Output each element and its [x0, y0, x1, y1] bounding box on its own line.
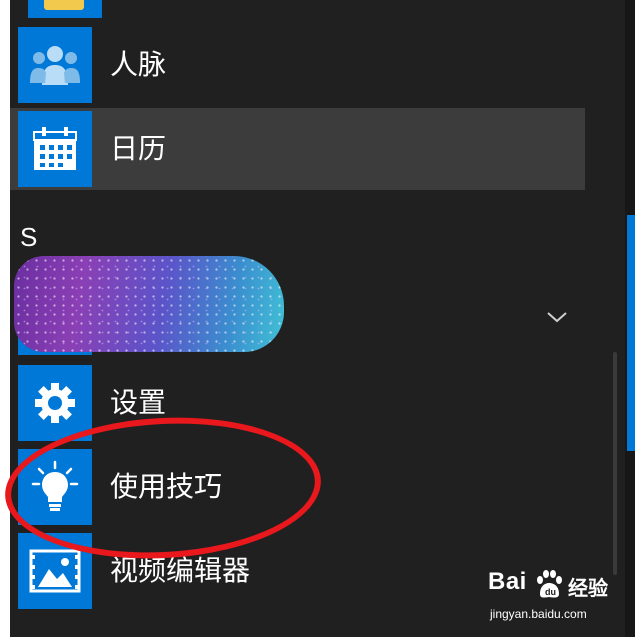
app-label-settings: 设置 [110, 387, 167, 418]
app-label-people: 人脉 [110, 49, 167, 80]
app-label-calendar: 日历 [110, 133, 167, 164]
lightbulb-icon [18, 449, 92, 525]
calendar-icon [18, 111, 92, 187]
watermark-url: jingyan.baidu.com [490, 607, 587, 621]
start-menu-app-list: 人脉 日历 S 设置 使用技巧 视频编辑器 [10, 0, 625, 637]
folder-icon [44, 0, 84, 10]
app-item-tips[interactable]: 使用技巧 [10, 446, 585, 528]
watermark-cn: 经验 [568, 578, 608, 600]
people-icon [18, 27, 92, 103]
svg-text:du: du [545, 587, 556, 597]
watermark: Bai du 经验 jingyan.baidu.com [488, 568, 628, 628]
gear-icon [18, 365, 92, 441]
paw-icon: du [537, 570, 562, 598]
app-label-video-editor: 视频编辑器 [110, 555, 251, 586]
chevron-down-icon[interactable] [545, 305, 569, 329]
app-item-settings[interactable]: 设置 [10, 362, 585, 444]
accent-strip [627, 215, 635, 451]
app-label-tips: 使用技巧 [110, 471, 223, 502]
partial-app-tile[interactable] [28, 0, 102, 18]
app-item-people[interactable]: 人脉 [10, 24, 585, 106]
watermark-brand: Bai [488, 568, 527, 595]
redaction-blur [14, 256, 284, 352]
video-editor-icon [18, 533, 92, 609]
app-item-calendar[interactable]: 日历 [10, 108, 585, 190]
scrollbar[interactable] [613, 352, 617, 575]
section-header-s[interactable]: S [20, 222, 37, 253]
